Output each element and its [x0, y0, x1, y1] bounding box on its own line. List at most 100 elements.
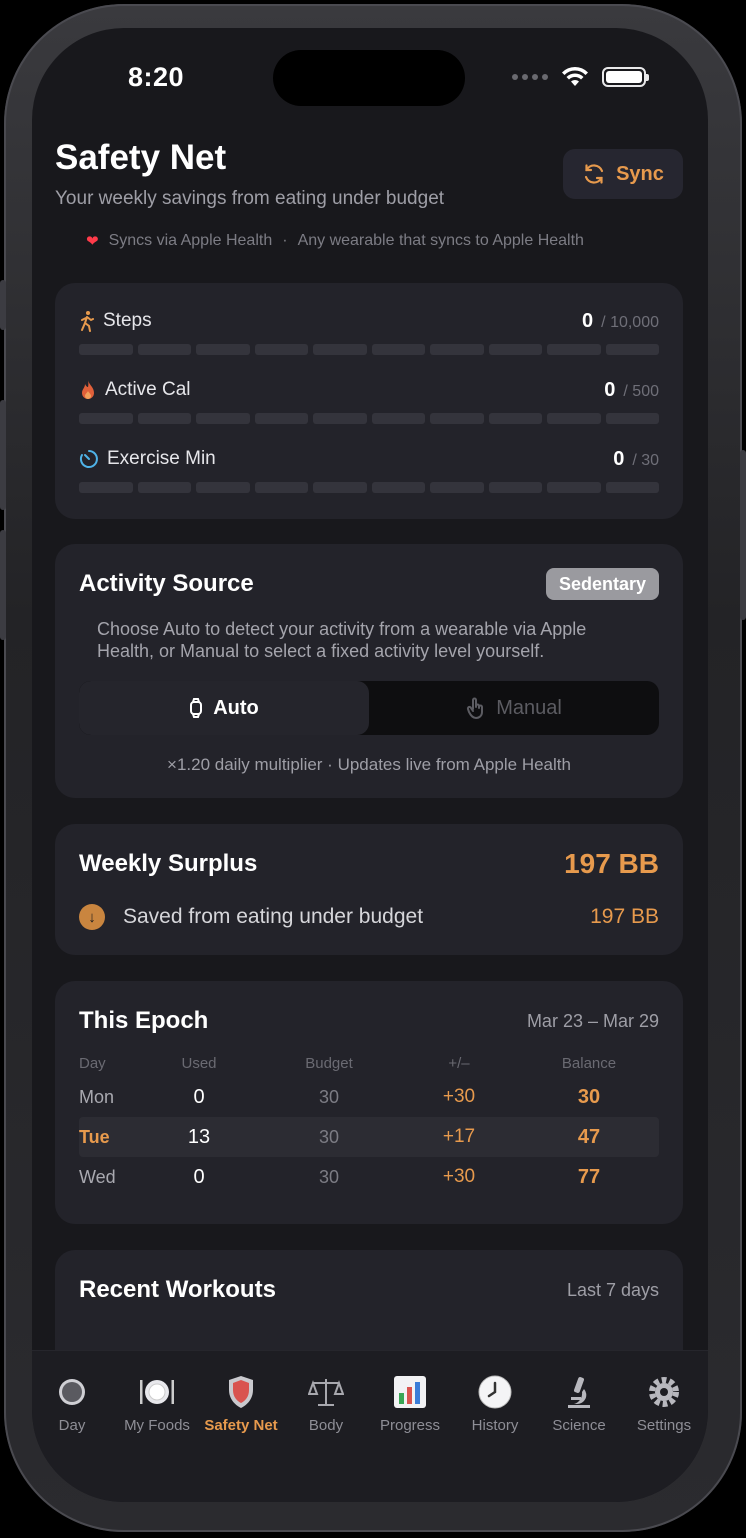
manual-label: Manual — [496, 696, 562, 719]
health-source-line: ❤ Syncs via Apple Health · Any wearable … — [86, 232, 584, 250]
clock-icon — [453, 1371, 537, 1411]
page-header: Safety Net Your weekly savings from eati… — [55, 138, 444, 210]
tab-day[interactable]: Day — [32, 1371, 114, 1434]
auto-option[interactable]: Auto — [79, 681, 369, 735]
signal-icon — [512, 74, 548, 80]
row-used: 13 — [187, 1125, 211, 1148]
app-screen: 8:20 Safety Net Your weekly savings from… — [32, 28, 708, 1502]
tab-progress[interactable]: Progress — [368, 1371, 452, 1434]
metric-label: Exercise Min — [107, 448, 216, 469]
row-delta: +17 — [442, 1126, 476, 1147]
weekly-surplus-card: Weekly Surplus 197 BB ↓ Saved from eatin… — [55, 824, 683, 955]
phone-button — [740, 450, 746, 620]
row-delta: +30 — [442, 1086, 476, 1107]
refresh-icon — [584, 164, 604, 184]
column-header: Day — [79, 1054, 106, 1072]
multiplier-text: ×1.20 daily multiplier · Updates live fr… — [167, 755, 571, 774]
activity-mode-control: Auto Manual — [79, 681, 659, 735]
metric-goal: / 500 — [623, 382, 659, 400]
recent-workouts-title: Recent Workouts — [79, 1276, 276, 1303]
table-row: Wed 0 30 +30 77 — [79, 1157, 659, 1197]
gear-icon — [622, 1371, 706, 1411]
activity-metrics-card: Steps 0 / 10,000 Active Cal 0 / 500 Exerci… — [55, 283, 683, 519]
manual-option[interactable]: Manual — [369, 681, 659, 735]
health-note: Any wearable that syncs to Apple Health — [297, 232, 584, 249]
row-balance: 30 — [577, 1085, 601, 1108]
page-title: Safety Net — [55, 138, 227, 177]
metric-active-cal: Active Cal 0 / 500 — [79, 377, 659, 424]
column-header: Budget — [305, 1054, 353, 1072]
watch-icon — [190, 698, 203, 718]
activity-description: Choose Auto to detect your activity from… — [97, 619, 587, 661]
status-icons — [512, 66, 649, 88]
progress-bar — [79, 482, 659, 493]
flame-icon — [82, 380, 94, 399]
tab-settings[interactable]: Settings — [622, 1371, 706, 1434]
progress-bar — [79, 344, 659, 355]
bar-chart-icon — [368, 1371, 452, 1411]
auto-label: Auto — [213, 696, 259, 719]
microscope-icon — [537, 1371, 621, 1411]
battery-icon — [602, 67, 649, 87]
column-header: Balance — [561, 1054, 617, 1072]
plate-icon — [115, 1371, 199, 1411]
metric-goal: / 10,000 — [601, 313, 659, 331]
row-balance: 47 — [577, 1125, 601, 1148]
row-day: Wed — [79, 1166, 116, 1187]
activity-source-title: Activity Source — [79, 570, 254, 597]
metric-goal: / 30 — [632, 451, 659, 469]
epoch-title: This Epoch — [79, 1007, 209, 1034]
tab-my-foods[interactable]: My Foods — [115, 1371, 199, 1434]
metric-label: Steps — [103, 310, 152, 331]
progress-bar — [79, 413, 659, 424]
row-delta: +30 — [442, 1166, 476, 1187]
metric-steps: Steps 0 / 10,000 — [79, 308, 659, 355]
row-balance: 77 — [577, 1165, 601, 1188]
heart-icon: ❤ — [86, 233, 99, 250]
weekly-surplus-title: Weekly Surplus — [79, 850, 258, 877]
surplus-line-label: Saved from eating under budget — [123, 905, 424, 928]
epoch-date-range: Mar 23 – Mar 29 — [526, 1011, 659, 1031]
tab-history[interactable]: History — [453, 1371, 537, 1434]
wifi-icon — [562, 66, 588, 86]
tab-bar: Day My Foods Safety Net Body Progress Hi… — [32, 1350, 708, 1502]
table-header: Day Used Budget +/– Balance — [79, 1051, 659, 1075]
metric-value: 0 — [613, 447, 625, 470]
sync-label: Sync — [616, 162, 664, 185]
tab-science[interactable]: Science — [537, 1371, 621, 1434]
metric-value: 0 — [582, 309, 594, 332]
row-day: Mon — [79, 1086, 115, 1107]
surplus-total: 197 BB — [564, 848, 659, 879]
table-row-today: Tue 13 30 +17 47 — [79, 1117, 659, 1157]
row-budget: 30 — [318, 1086, 340, 1107]
tab-body[interactable]: Body — [284, 1371, 368, 1434]
arrow-down-icon: ↓ — [79, 904, 105, 930]
metric-value: 0 — [604, 378, 616, 401]
column-header: +/– — [448, 1054, 470, 1072]
walking-icon — [81, 311, 94, 332]
shield-icon — [199, 1371, 283, 1411]
activity-source-card: Activity Source Sedentary Choose Auto to… — [55, 544, 683, 798]
surplus-line-value: 197 BB — [590, 905, 659, 928]
column-header: Used — [181, 1054, 217, 1072]
row-used: 0 — [193, 1085, 205, 1108]
separator-dot: · — [282, 232, 288, 249]
timer-icon — [79, 450, 98, 468]
health-source: Syncs via Apple Health — [108, 232, 273, 249]
table-row: Mon 0 30 +30 30 — [79, 1077, 659, 1117]
row-budget: 30 — [318, 1166, 340, 1187]
circle-icon — [32, 1371, 114, 1411]
status-time: 8:20 — [128, 62, 185, 92]
surplus-line: ↓ Saved from eating under budget 197 BB — [79, 904, 659, 930]
epoch-card: This Epoch Mar 23 – Mar 29 Day Used Budg… — [55, 981, 683, 1224]
row-used: 0 — [193, 1165, 205, 1188]
phone-button — [0, 530, 6, 640]
phone-button — [0, 400, 6, 510]
metric-label: Active Cal — [105, 379, 191, 400]
row-day: Tue — [79, 1126, 110, 1147]
activity-level-badge: Sedentary — [545, 568, 659, 600]
metric-exercise-min: Exercise Min 0 / 30 — [79, 446, 659, 493]
tab-safety-net[interactable]: Safety Net — [199, 1371, 283, 1434]
page-subtitle: Your weekly savings from eating under bu… — [55, 188, 445, 209]
sync-button[interactable]: Sync — [563, 149, 683, 199]
